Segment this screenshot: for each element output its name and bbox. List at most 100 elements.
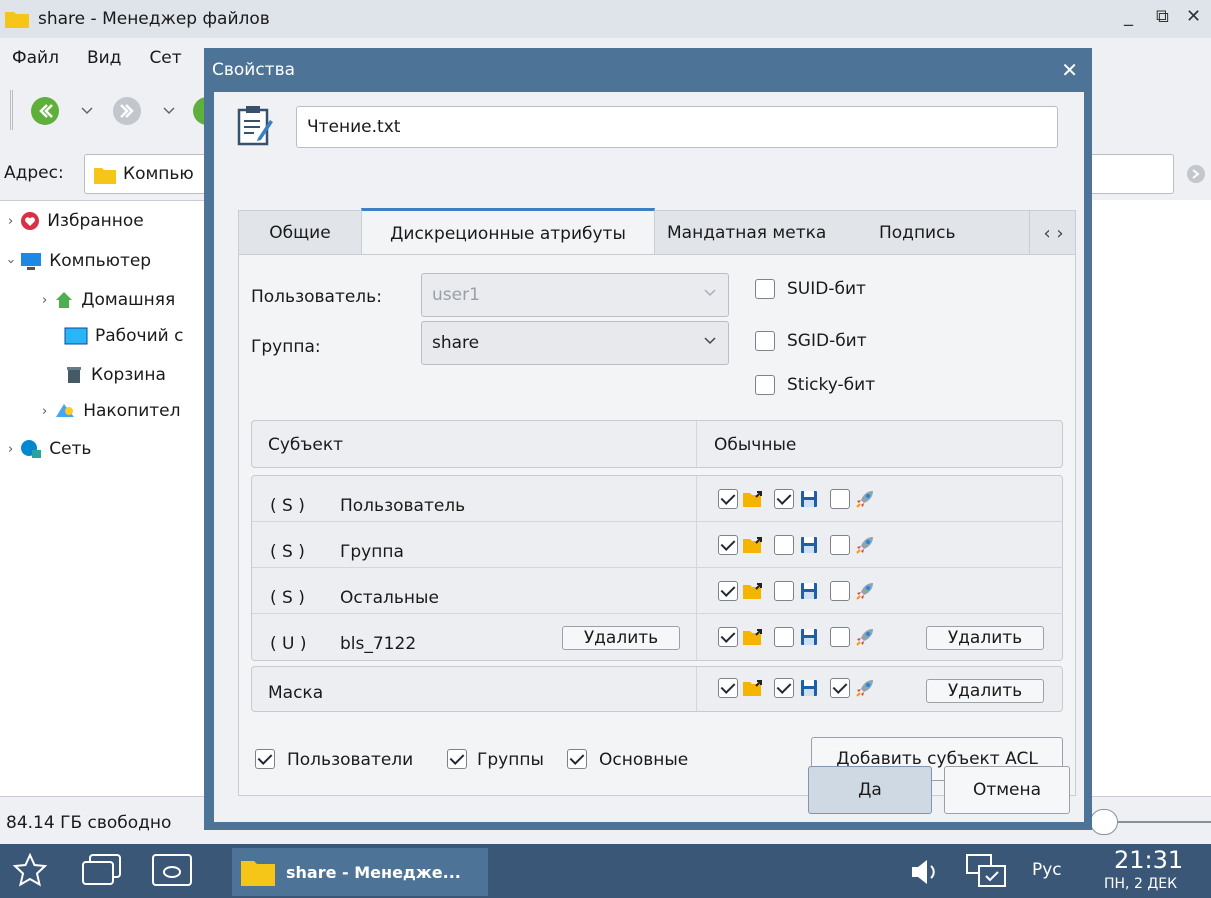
perm-checkbox[interactable] <box>718 535 738 555</box>
zoom-slider-handle[interactable] <box>1090 809 1118 835</box>
perm-checkbox-box[interactable] <box>774 678 794 698</box>
perm-checkbox[interactable] <box>774 581 794 601</box>
tree-item-trash[interactable]: Корзина <box>64 365 166 385</box>
maximize-button[interactable]: ⧉ <box>1156 6 1169 27</box>
tree-item-home[interactable]: › Домашняя <box>42 290 175 310</box>
discretionary-panel: Пользователь: user1 Группа: share SUID-б… <box>238 254 1076 796</box>
perm-checkbox[interactable] <box>830 535 850 555</box>
perm-checkbox[interactable] <box>718 627 738 647</box>
chevron-down-icon[interactable]: › <box>3 258 18 263</box>
perm-checkbox-box[interactable] <box>718 627 738 647</box>
perm-checkbox-box[interactable] <box>830 678 850 698</box>
menu-file[interactable]: Файл <box>12 48 59 68</box>
delete-button[interactable]: Удалить <box>926 679 1044 703</box>
perm-checkbox-box[interactable] <box>830 535 850 555</box>
perm-checkbox-box[interactable] <box>774 535 794 555</box>
tree-item-computer[interactable]: › Компьютер <box>3 251 151 271</box>
perm-checkbox-box[interactable] <box>718 489 738 509</box>
close-icon[interactable]: ✕ <box>1061 58 1078 82</box>
menu-view[interactable]: Вид <box>87 48 121 68</box>
sticky-checkbox[interactable] <box>755 375 775 395</box>
clock-time[interactable]: 21:31 <box>1114 846 1183 874</box>
header-divider <box>696 421 697 467</box>
folder-eye-icon[interactable] <box>150 852 194 888</box>
perm-checkbox[interactable] <box>830 581 850 601</box>
zoom-slider-track[interactable] <box>1118 821 1211 823</box>
tab-discretionary[interactable]: Дискреционные атрибуты <box>361 208 655 256</box>
menu-network[interactable]: Сет <box>149 48 181 68</box>
tree-item-network[interactable]: › Сеть <box>8 439 91 459</box>
perm-checkbox-box[interactable] <box>774 627 794 647</box>
perm-checkbox[interactable] <box>830 678 850 698</box>
perm-checkbox-box[interactable] <box>830 627 850 647</box>
chevron-right-icon[interactable]: › <box>8 214 13 229</box>
perm-checkbox[interactable] <box>830 489 850 509</box>
back-icon[interactable] <box>30 96 60 126</box>
desktop-icon <box>64 327 88 345</box>
perm-checkbox-box[interactable] <box>718 678 738 698</box>
acl-row[interactable]: ( S ) Остальные <box>252 568 1062 613</box>
network-status-icon[interactable] <box>964 852 1008 892</box>
chevron-down-icon <box>704 289 716 297</box>
go-icon[interactable] <box>1186 164 1206 184</box>
suid-checkbox[interactable] <box>755 279 775 299</box>
speaker-icon[interactable] <box>908 856 940 888</box>
perm-checkbox[interactable] <box>774 489 794 509</box>
chevron-down-icon[interactable] <box>162 106 176 116</box>
tree-item-desktop[interactable]: Рабочий с <box>64 326 183 346</box>
tab-signature[interactable]: Подпись <box>879 211 989 255</box>
delete-button[interactable]: Удалить <box>926 626 1044 650</box>
perm-checkbox[interactable] <box>774 627 794 647</box>
windows-icon[interactable] <box>80 852 124 888</box>
filter-users-checkbox[interactable] <box>255 749 275 769</box>
folder-open-icon <box>742 677 764 699</box>
ok-button[interactable]: Да <box>808 766 932 814</box>
tree-label: Накопител <box>83 401 181 421</box>
perm-checkbox-box[interactable] <box>718 535 738 555</box>
perm-checkbox-box[interactable] <box>774 581 794 601</box>
perm-checkbox-box[interactable] <box>830 489 850 509</box>
mask-perms <box>718 677 886 699</box>
filter-basic-checkbox[interactable] <box>567 749 587 769</box>
chevron-right-icon[interactable]: › <box>42 404 47 419</box>
perm-checkbox[interactable] <box>718 678 738 698</box>
perm-checkbox[interactable] <box>774 535 794 555</box>
filename-input[interactable]: Чтение.txt <box>296 106 1058 148</box>
free-space-text: 84.14 ГБ свободно <box>6 813 172 833</box>
star-icon[interactable] <box>12 852 48 888</box>
close-button[interactable]: ✕ <box>1186 6 1201 27</box>
perm-checkbox[interactable] <box>718 581 738 601</box>
tab-mandatory[interactable]: Мандатная метка <box>667 211 859 255</box>
perm-checkbox-box[interactable] <box>774 489 794 509</box>
folder-icon <box>94 168 116 184</box>
delete-button[interactable]: Удалить <box>562 626 680 650</box>
keyboard-layout[interactable]: Рус <box>1032 860 1062 880</box>
taskbar-item-file-manager[interactable]: share - Менедже... <box>232 848 488 896</box>
address-label: Адрес: <box>4 163 64 183</box>
acl-row[interactable]: ( U ) bls_7122 Удалить Удалить <box>252 614 1062 660</box>
perm-checkbox[interactable] <box>830 627 850 647</box>
minimize-button[interactable]: _ <box>1124 6 1133 27</box>
delete-label: Удалить <box>947 681 1023 701</box>
acl-row[interactable]: ( S ) Пользователь <box>252 476 1062 521</box>
cancel-button[interactable]: Отмена <box>944 766 1070 814</box>
perm-checkbox[interactable] <box>774 678 794 698</box>
tab-general[interactable]: Общие <box>239 211 361 255</box>
sgid-checkbox[interactable] <box>755 331 775 351</box>
tree-item-drives[interactable]: › Накопител <box>42 401 180 421</box>
filter-groups-checkbox[interactable] <box>447 749 467 769</box>
dialog-title: Свойства <box>212 60 296 80</box>
chevron-right-icon[interactable]: › <box>8 442 13 457</box>
chevron-down-icon[interactable] <box>80 106 94 116</box>
perm-checkbox[interactable] <box>718 489 738 509</box>
acl-row[interactable]: ( S ) Группа <box>252 522 1062 567</box>
tab-scroll-arrows[interactable]: ‹ › <box>1029 211 1077 255</box>
text-file-icon <box>237 106 273 146</box>
group-combobox[interactable]: share <box>421 321 729 365</box>
fm-title-text: share - Менеджер файлов <box>38 9 270 29</box>
forward-icon[interactable] <box>112 96 142 126</box>
perm-checkbox-box[interactable] <box>718 581 738 601</box>
chevron-right-icon[interactable]: › <box>42 293 47 308</box>
perm-checkbox-box[interactable] <box>830 581 850 601</box>
tree-item-favorites[interactable]: › Избранное <box>8 211 144 231</box>
